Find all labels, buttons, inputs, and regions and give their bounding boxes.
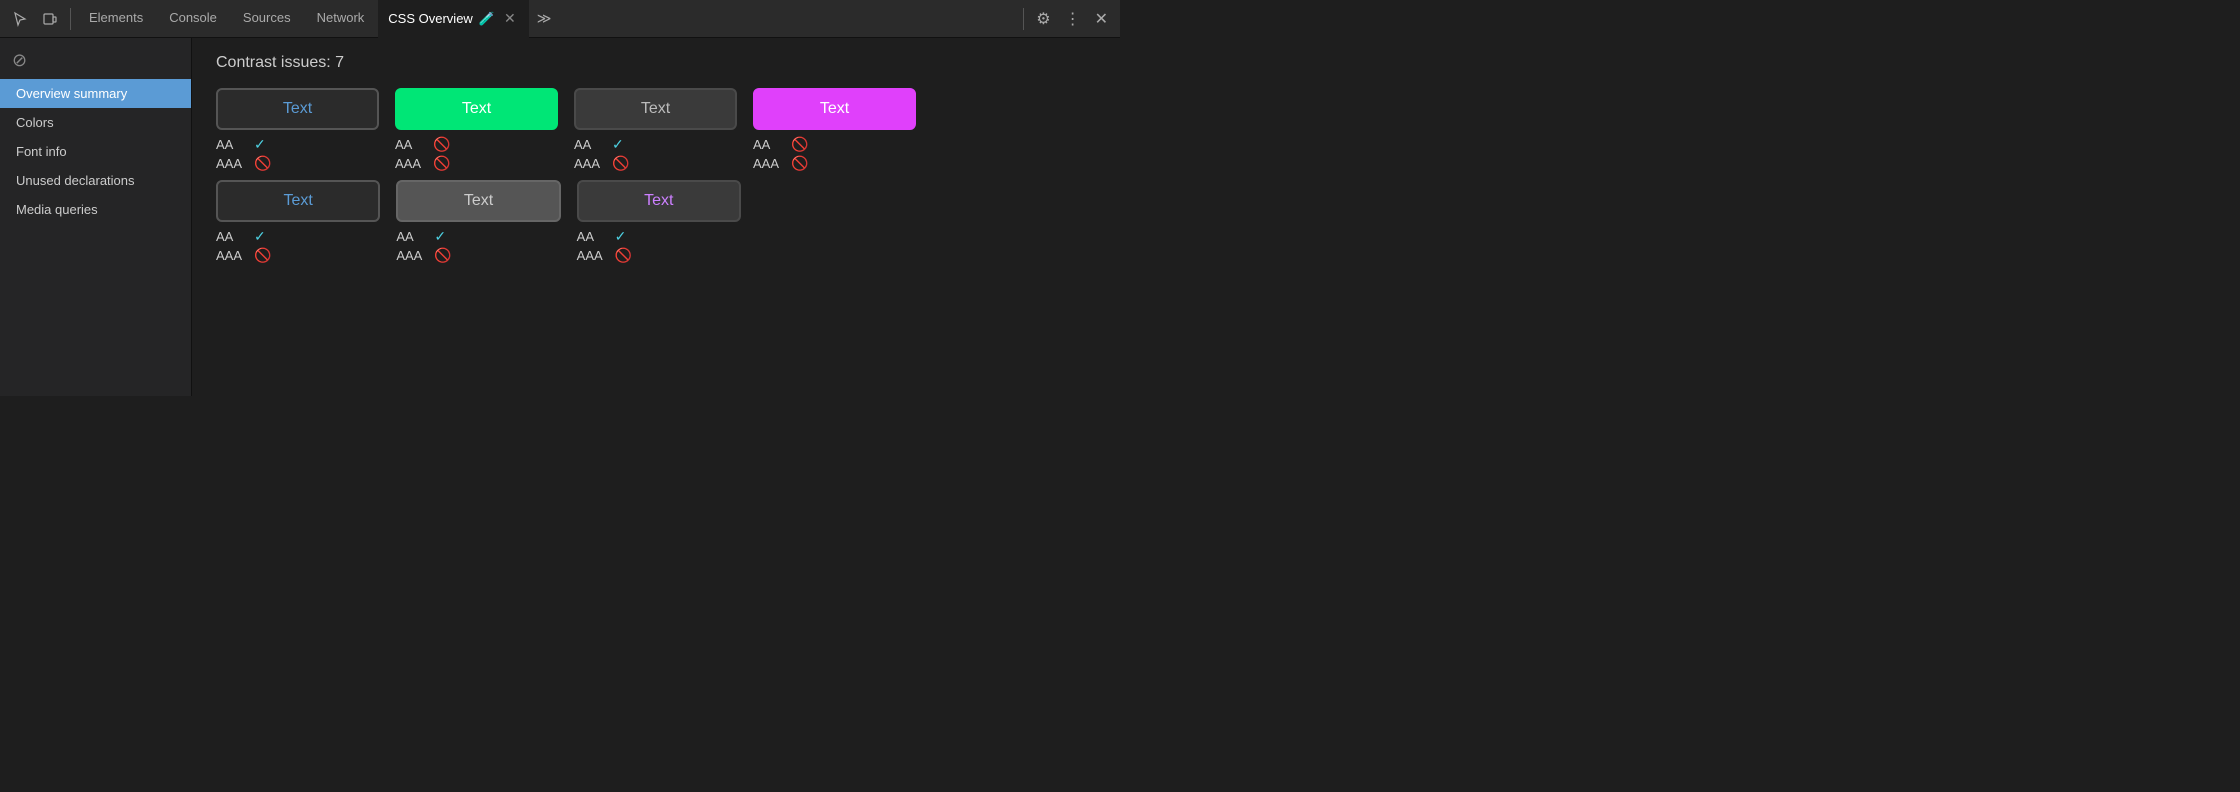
aa-pass-icon-3: ✓ (612, 136, 624, 153)
gear-btn[interactable]: ⚙ (1030, 5, 1056, 33)
status-rows-4: AA 🚫 AAA 🚫 (753, 136, 916, 172)
aa-fail-icon-4: 🚫 (791, 136, 808, 153)
close-css-tab-btn[interactable]: ✕ (501, 9, 519, 28)
sidebar: ⊘ Overview summary Colors Font info Unus… (0, 38, 192, 396)
content-area: Contrast issues: 7 Text AA ✓ AAA 🚫 (192, 38, 1120, 396)
dots-btn[interactable]: ⋮ (1059, 5, 1087, 33)
close-devtools-btn[interactable]: ✕ (1089, 5, 1114, 33)
aa-label-5: AA (216, 229, 246, 244)
sidebar-item-media-queries[interactable]: Media queries (0, 195, 191, 224)
aa-label-7: AA (577, 229, 607, 244)
status-row-aa-7: AA ✓ (577, 228, 741, 245)
contrast-item-6: Text AA ✓ AAA 🚫 (396, 180, 560, 264)
aaa-label-6: AAA (396, 248, 426, 263)
contrast-grid-row1: Text AA ✓ AAA 🚫 Text AA (216, 88, 916, 172)
contrast-btn-2[interactable]: Text (395, 88, 558, 130)
sidebar-ban-row: ⊘ (0, 46, 191, 79)
contrast-btn-6[interactable]: Text (396, 180, 560, 222)
aaa-fail-icon-3: 🚫 (612, 155, 629, 172)
contrast-item-4: Text AA 🚫 AAA 🚫 (753, 88, 916, 172)
status-row-aa-3: AA ✓ (574, 136, 737, 153)
tab-sources-label: Sources (243, 10, 291, 25)
more-tabs-btn[interactable]: ≫ (531, 6, 558, 31)
sidebar-item-font-info[interactable]: Font info (0, 137, 191, 166)
tab-elements-label: Elements (89, 10, 143, 25)
aa-label-2: AA (395, 137, 425, 152)
contrast-btn-4[interactable]: Text (753, 88, 916, 130)
status-row-aaa-4: AAA 🚫 (753, 155, 916, 172)
beaker-icon: 🧪 (479, 11, 495, 27)
sidebar-item-unused-declarations[interactable]: Unused declarations (0, 166, 191, 195)
toolbar-divider-2 (1023, 8, 1024, 30)
status-rows-7: AA ✓ AAA 🚫 (577, 228, 741, 264)
status-row-aaa-2: AAA 🚫 (395, 155, 558, 172)
sidebar-item-colors[interactable]: Colors (0, 108, 191, 137)
toolbar-right: ⚙ ⋮ ✕ (1030, 5, 1114, 33)
aaa-fail-icon-7: 🚫 (615, 247, 632, 264)
aaa-fail-icon-4: 🚫 (791, 155, 808, 172)
aaa-label-1: AAA (216, 156, 246, 171)
tab-elements[interactable]: Elements (77, 0, 155, 38)
aaa-fail-icon-1: 🚫 (254, 155, 271, 172)
status-row-aa-1: AA ✓ (216, 136, 379, 153)
aa-label-4: AA (753, 137, 783, 152)
aa-fail-icon-2: 🚫 (433, 136, 450, 153)
tab-sources[interactable]: Sources (231, 0, 303, 38)
device-icon-btn[interactable] (36, 7, 64, 31)
status-rows-2: AA 🚫 AAA 🚫 (395, 136, 558, 172)
toolbar-divider-1 (70, 8, 71, 30)
css-overview-label: CSS Overview (388, 11, 473, 26)
status-row-aaa-5: AAA 🚫 (216, 247, 380, 264)
cursor-icon-btn[interactable] (6, 7, 34, 31)
status-row-aa-4: AA 🚫 (753, 136, 916, 153)
ban-icon: ⊘ (12, 50, 27, 70)
status-rows-6: AA ✓ AAA 🚫 (396, 228, 560, 264)
main-layout: ⊘ Overview summary Colors Font info Unus… (0, 38, 1120, 396)
status-row-aaa-6: AAA 🚫 (396, 247, 560, 264)
contrast-item-1: Text AA ✓ AAA 🚫 (216, 88, 379, 172)
aaa-fail-icon-6: 🚫 (434, 247, 451, 264)
aaa-label-2: AAA (395, 156, 425, 171)
sidebar-item-overview-summary[interactable]: Overview summary (0, 79, 191, 108)
aaa-label-7: AAA (577, 248, 607, 263)
aaa-fail-icon-5: 🚫 (254, 247, 271, 264)
contrast-btn-3[interactable]: Text (574, 88, 737, 130)
aaa-fail-icon-2: 🚫 (433, 155, 450, 172)
aa-pass-icon-5: ✓ (254, 228, 266, 245)
status-row-aa-5: AA ✓ (216, 228, 380, 245)
tab-network[interactable]: Network (305, 0, 377, 38)
status-row-aaa-3: AAA 🚫 (574, 155, 737, 172)
aaa-label-5: AAA (216, 248, 246, 263)
contrast-grid-row2: Text AA ✓ AAA 🚫 Text AA (216, 180, 741, 264)
contrast-btn-5[interactable]: Text (216, 180, 380, 222)
contrast-item-7: Text AA ✓ AAA 🚫 (577, 180, 741, 264)
aaa-label-3: AAA (574, 156, 604, 171)
aa-pass-icon-7: ✓ (615, 228, 627, 245)
toolbar: Elements Console Sources Network CSS Ove… (0, 0, 1120, 38)
status-rows-1: AA ✓ AAA 🚫 (216, 136, 379, 172)
aa-pass-icon-6: ✓ (434, 228, 446, 245)
status-rows-5: AA ✓ AAA 🚫 (216, 228, 380, 264)
contrast-btn-7[interactable]: Text (577, 180, 741, 222)
contrast-item-3: Text AA ✓ AAA 🚫 (574, 88, 737, 172)
tab-network-label: Network (317, 10, 365, 25)
aa-pass-icon-1: ✓ (254, 136, 266, 153)
tab-css-overview[interactable]: CSS Overview 🧪 ✕ (378, 0, 528, 38)
contrast-item-2: Text AA 🚫 AAA 🚫 (395, 88, 558, 172)
status-rows-3: AA ✓ AAA 🚫 (574, 136, 737, 172)
contrast-issues-title: Contrast issues: 7 (216, 54, 1096, 72)
aaa-label-4: AAA (753, 156, 783, 171)
tab-console[interactable]: Console (157, 0, 229, 38)
status-row-aa-6: AA ✓ (396, 228, 560, 245)
tab-console-label: Console (169, 10, 217, 25)
contrast-btn-1[interactable]: Text (216, 88, 379, 130)
aa-label-3: AA (574, 137, 604, 152)
status-row-aaa-7: AAA 🚫 (577, 247, 741, 264)
status-row-aaa-1: AAA 🚫 (216, 155, 379, 172)
aa-label-1: AA (216, 137, 246, 152)
status-row-aa-2: AA 🚫 (395, 136, 558, 153)
aa-label-6: AA (396, 229, 426, 244)
contrast-item-5: Text AA ✓ AAA 🚫 (216, 180, 380, 264)
